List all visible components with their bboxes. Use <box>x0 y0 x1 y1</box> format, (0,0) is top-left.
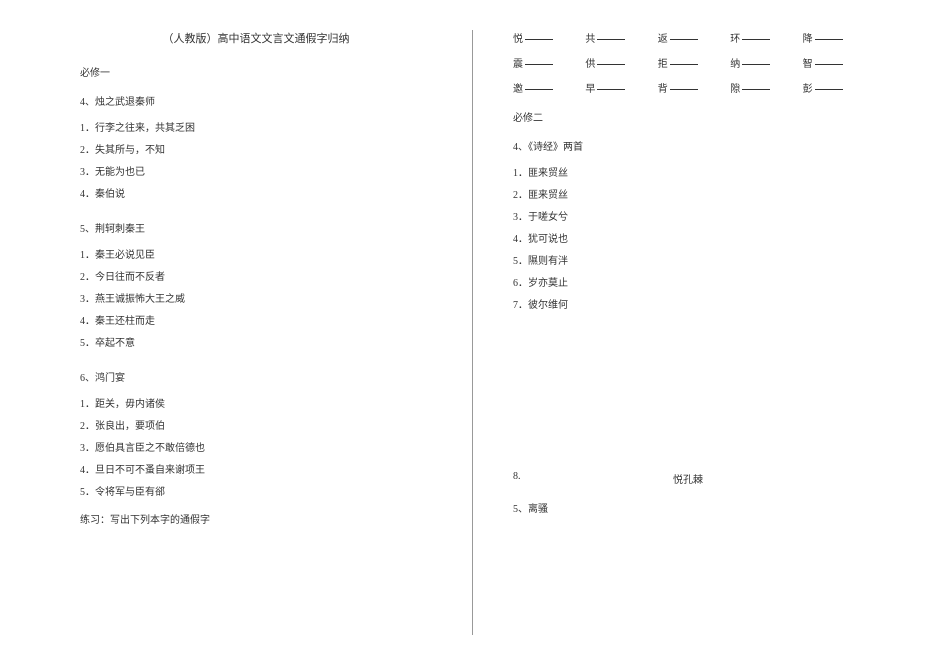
right-column: 悦 共 返 环 降 震 供 拒 纳 智 邀 早 背 隙 彭 必修二 4、《诗经》… <box>472 30 925 635</box>
char-cell: 返 <box>658 30 720 45</box>
list-item: 5．令将军与臣有郤 <box>80 486 432 499</box>
list-item: 1．行李之往来，共其乏困 <box>80 122 432 135</box>
lesson-4b-title: 4、《诗经》两首 <box>513 138 865 153</box>
char-cell: 纳 <box>730 55 792 70</box>
list-item: 2．张良出，要项伯 <box>80 420 432 433</box>
char-cell: 背 <box>658 80 720 95</box>
char-cell: 降 <box>803 30 865 45</box>
list-item: 6．岁亦莫止 <box>513 277 865 290</box>
char-cell: 智 <box>803 55 865 70</box>
section-bixiu2: 必修二 <box>513 109 865 124</box>
char-cell: 隙 <box>730 80 792 95</box>
left-column: （人教版）高中语文文言文通假字归纳 必修一 4、烛之武退秦师 1．行李之往来，共… <box>20 30 472 635</box>
list-item: 5．卒起不意 <box>80 337 432 350</box>
char-cell: 供 <box>585 55 647 70</box>
list-item: 1．匪来贸丝 <box>513 167 865 180</box>
line-8-text: 悦孔棘 <box>673 471 703 486</box>
list-item: 4．犹可说也 <box>513 233 865 246</box>
lesson-4-title: 4、烛之武退秦师 <box>80 93 432 108</box>
list-item: 3．于嗟女兮 <box>513 211 865 224</box>
char-cell: 拒 <box>658 55 720 70</box>
section-bixiu1: 必修一 <box>80 64 432 79</box>
page-container: （人教版）高中语文文言文通假字归纳 必修一 4、烛之武退秦师 1．行李之往来，共… <box>0 0 945 655</box>
list-item: 1．秦王必说见臣 <box>80 249 432 262</box>
list-item: 2．匪来贸丝 <box>513 189 865 202</box>
list-item: 3．无能为也已 <box>80 166 432 179</box>
lesson-5b-title: 5、离骚 <box>513 500 865 515</box>
line-8: 8. 悦孔棘 <box>513 471 865 486</box>
char-grid: 悦 共 返 环 降 震 供 拒 纳 智 邀 早 背 隙 彭 <box>513 30 865 95</box>
char-cell: 悦 <box>513 30 575 45</box>
list-item: 4．秦伯说 <box>80 188 432 201</box>
lesson-5-title: 5、荆轲刺秦王 <box>80 220 432 235</box>
practice-prompt: 练习：写出下列本字的通假字 <box>80 511 432 526</box>
char-cell: 震 <box>513 55 575 70</box>
char-cell: 环 <box>730 30 792 45</box>
list-item: 2．今日往而不反者 <box>80 271 432 284</box>
list-item: 3．愿伯具言臣之不敢倍德也 <box>80 442 432 455</box>
list-item: 7．彼尔维何 <box>513 299 865 312</box>
char-cell: 邀 <box>513 80 575 95</box>
list-item: 4．旦日不可不蚤自来谢项王 <box>80 464 432 477</box>
document-title: （人教版）高中语文文言文通假字归纳 <box>80 30 432 46</box>
lesson-6-title: 6、鸿门宴 <box>80 369 432 384</box>
list-item: 1．距关，毋内诸侯 <box>80 398 432 411</box>
char-cell: 彭 <box>803 80 865 95</box>
list-item: 4．秦王还柱而走 <box>80 315 432 328</box>
list-item: 3．燕王诚振怖大王之威 <box>80 293 432 306</box>
char-cell: 早 <box>585 80 647 95</box>
list-item: 2．失其所与，不知 <box>80 144 432 157</box>
list-item: 5．隰则有泮 <box>513 255 865 268</box>
char-cell: 共 <box>585 30 647 45</box>
line-8-number: 8. <box>513 471 673 486</box>
